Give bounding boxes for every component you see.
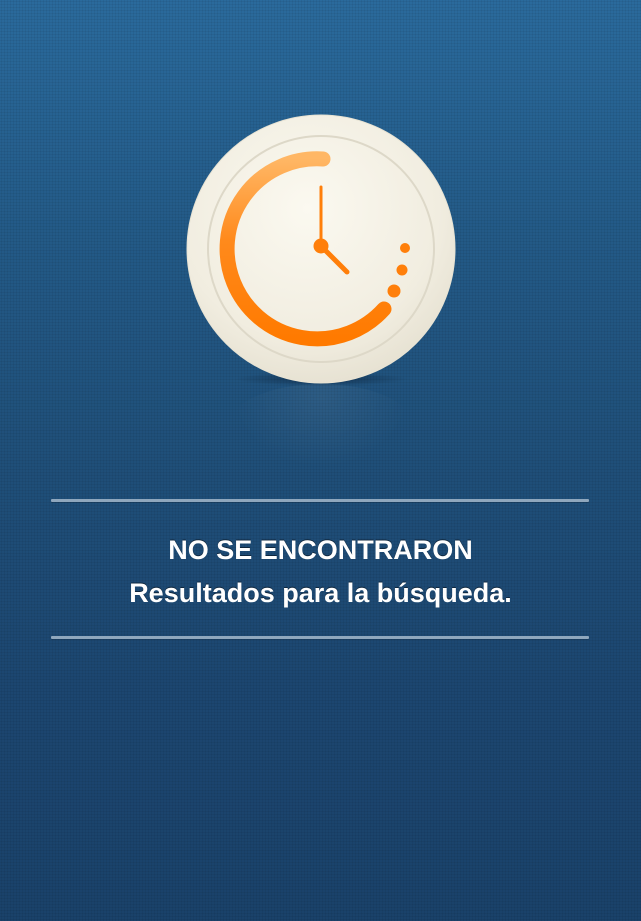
divider-bottom [51, 636, 589, 639]
empty-state-subtitle: Resultados para la búsqueda. [129, 578, 512, 608]
divider-top [51, 499, 589, 502]
clock-icon [186, 114, 456, 384]
clock-reflection [226, 384, 416, 474]
empty-state-title: NO SE ENCONTRARON [168, 535, 473, 565]
